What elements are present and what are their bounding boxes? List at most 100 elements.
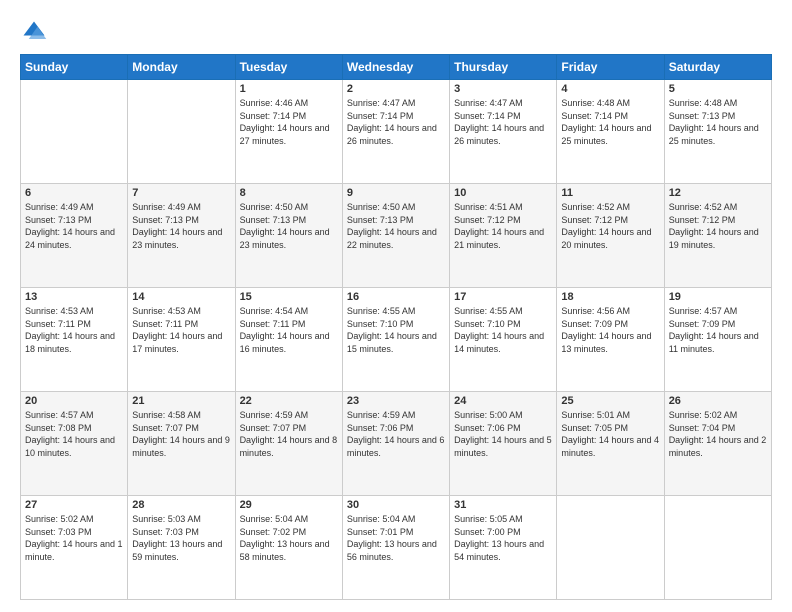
day-number: 14: [132, 291, 230, 303]
week-row-1: 1 Sunrise: 4:46 AM Sunset: 7:14 PM Daylig…: [21, 80, 772, 184]
week-row-4: 20Sunrise: 4:57 AM Sunset: 7:08 PM Dayli…: [21, 392, 772, 496]
day-number: 31: [454, 499, 552, 511]
day-info: Sunrise: 4:55 AM Sunset: 7:10 PM Dayligh…: [347, 305, 445, 355]
day-cell-3-1: 21 Sunrise: 4:58 AM Sunset: 7:07 PM Dayli…: [128, 392, 235, 496]
header-monday: Monday: [128, 55, 235, 80]
day-cell-1-3: 9 Sunrise: 4:50 AM Sunset: 7:13 PM Daylig…: [342, 184, 449, 288]
day-number: 3: [454, 83, 552, 95]
day-cell-3-2: 22 Sunrise: 4:59 AM Sunset: 7:07 PM Dayli…: [235, 392, 342, 496]
day-cell-0-2: 1 Sunrise: 4:46 AM Sunset: 7:14 PM Daylig…: [235, 80, 342, 184]
day-cell-0-5: 4 Sunrise: 4:48 AM Sunset: 7:14 PM Daylig…: [557, 80, 664, 184]
day-number: 8: [240, 187, 338, 199]
day-number: 13: [25, 291, 123, 303]
day-number: 4: [561, 83, 659, 95]
week-row-2: 6 Sunrise: 4:49 AM Sunset: 7:13 PM Daylig…: [21, 184, 772, 288]
day-cell-3-3: 23Sunrise: 4:59 AM Sunset: 7:06 PM Dayli…: [342, 392, 449, 496]
day-info: Sunrise: 4:52 AM Sunset: 7:12 PM Dayligh…: [561, 201, 659, 251]
day-info: Sunrise: 4:53 AM Sunset: 7:11 PM Dayligh…: [132, 305, 230, 355]
day-cell-3-6: 26 Sunrise: 5:02 AM Sunset: 7:04 PM Dayli…: [664, 392, 771, 496]
day-info: Sunrise: 5:04 AM Sunset: 7:01 PM Dayligh…: [347, 513, 445, 563]
day-info: Sunrise: 4:48 AM Sunset: 7:14 PM Dayligh…: [561, 97, 659, 147]
week-row-5: 27 Sunrise: 5:02 AM Sunset: 7:03 PM Dayli…: [21, 496, 772, 600]
day-info: Sunrise: 5:05 AM Sunset: 7:00 PM Dayligh…: [454, 513, 552, 563]
day-number: 17: [454, 291, 552, 303]
day-number: 25: [561, 395, 659, 407]
day-info: Sunrise: 5:04 AM Sunset: 7:02 PM Dayligh…: [240, 513, 338, 563]
day-number: 27: [25, 499, 123, 511]
day-info: Sunrise: 5:01 AM Sunset: 7:05 PM Dayligh…: [561, 409, 659, 459]
day-cell-2-6: 19 Sunrise: 4:57 AM Sunset: 7:09 PM Dayli…: [664, 288, 771, 392]
day-number: 15: [240, 291, 338, 303]
day-number: 23: [347, 395, 445, 407]
day-cell-3-0: 20Sunrise: 4:57 AM Sunset: 7:08 PM Dayli…: [21, 392, 128, 496]
day-cell-2-1: 14 Sunrise: 4:53 AM Sunset: 7:11 PM Dayli…: [128, 288, 235, 392]
day-info: Sunrise: 5:03 AM Sunset: 7:03 PM Dayligh…: [132, 513, 230, 563]
day-info: Sunrise: 4:48 AM Sunset: 7:13 PM Dayligh…: [669, 97, 767, 147]
day-cell-2-2: 15 Sunrise: 4:54 AM Sunset: 7:11 PM Dayli…: [235, 288, 342, 392]
day-info: Sunrise: 4:51 AM Sunset: 7:12 PM Dayligh…: [454, 201, 552, 251]
day-info: Sunrise: 4:58 AM Sunset: 7:07 PM Dayligh…: [132, 409, 230, 459]
day-cell-1-4: 10 Sunrise: 4:51 AM Sunset: 7:12 PM Dayli…: [450, 184, 557, 288]
day-info: Sunrise: 4:55 AM Sunset: 7:10 PM Dayligh…: [454, 305, 552, 355]
day-cell-0-1: [128, 80, 235, 184]
day-cell-4-6: [664, 496, 771, 600]
day-info: Sunrise: 4:46 AM Sunset: 7:14 PM Dayligh…: [240, 97, 338, 147]
day-number: 24: [454, 395, 552, 407]
day-number: 22: [240, 395, 338, 407]
day-number: 1: [240, 83, 338, 95]
day-info: Sunrise: 5:02 AM Sunset: 7:03 PM Dayligh…: [25, 513, 123, 563]
day-cell-0-3: 2Sunrise: 4:47 AM Sunset: 7:14 PM Daylig…: [342, 80, 449, 184]
day-cell-0-0: [21, 80, 128, 184]
day-info: Sunrise: 4:50 AM Sunset: 7:13 PM Dayligh…: [347, 201, 445, 251]
day-cell-2-3: 16 Sunrise: 4:55 AM Sunset: 7:10 PM Dayli…: [342, 288, 449, 392]
header-wednesday: Wednesday: [342, 55, 449, 80]
day-number: 12: [669, 187, 767, 199]
day-number: 11: [561, 187, 659, 199]
day-number: 9: [347, 187, 445, 199]
header-friday: Friday: [557, 55, 664, 80]
day-cell-4-4: 31 Sunrise: 5:05 AM Sunset: 7:00 PM Dayli…: [450, 496, 557, 600]
day-cell-2-0: 13Sunrise: 4:53 AM Sunset: 7:11 PM Dayli…: [21, 288, 128, 392]
day-cell-4-1: 28Sunrise: 5:03 AM Sunset: 7:03 PM Dayli…: [128, 496, 235, 600]
day-cell-3-5: 25 Sunrise: 5:01 AM Sunset: 7:05 PM Dayli…: [557, 392, 664, 496]
day-info: Sunrise: 4:54 AM Sunset: 7:11 PM Dayligh…: [240, 305, 338, 355]
header-tuesday: Tuesday: [235, 55, 342, 80]
day-number: 5: [669, 83, 767, 95]
day-number: 7: [132, 187, 230, 199]
day-cell-0-6: 5 Sunrise: 4:48 AM Sunset: 7:13 PM Daylig…: [664, 80, 771, 184]
day-info: Sunrise: 4:57 AM Sunset: 7:09 PM Dayligh…: [669, 305, 767, 355]
day-info: Sunrise: 4:59 AM Sunset: 7:07 PM Dayligh…: [240, 409, 338, 459]
header-thursday: Thursday: [450, 55, 557, 80]
day-info: Sunrise: 4:57 AM Sunset: 7:08 PM Dayligh…: [25, 409, 123, 459]
day-number: 6: [25, 187, 123, 199]
day-info: Sunrise: 5:00 AM Sunset: 7:06 PM Dayligh…: [454, 409, 552, 459]
day-cell-1-6: 12 Sunrise: 4:52 AM Sunset: 7:12 PM Dayli…: [664, 184, 771, 288]
logo-icon: [20, 18, 48, 46]
day-cell-4-2: 29 Sunrise: 5:04 AM Sunset: 7:02 PM Dayli…: [235, 496, 342, 600]
header: [20, 18, 772, 46]
calendar-table: Sunday Monday Tuesday Wednesday Thursday…: [20, 54, 772, 600]
day-number: 21: [132, 395, 230, 407]
day-info: Sunrise: 4:56 AM Sunset: 7:09 PM Dayligh…: [561, 305, 659, 355]
week-row-3: 13 Sunrise: 4:53 AM Sunset: 7:11 PM Dayli…: [21, 288, 772, 392]
day-number: 26: [669, 395, 767, 407]
day-number: 29: [240, 499, 338, 511]
day-cell-4-0: 27 Sunrise: 5:02 AM Sunset: 7:03 PM Dayli…: [21, 496, 128, 600]
day-info: Sunrise: 4:49 AM Sunset: 7:13 PM Dayligh…: [25, 201, 123, 251]
day-info: Sunrise: 5:02 AM Sunset: 7:04 PM Dayligh…: [669, 409, 767, 459]
day-number: 19: [669, 291, 767, 303]
weekday-header-row: Sunday Monday Tuesday Wednesday Thursday…: [21, 55, 772, 80]
day-number: 16: [347, 291, 445, 303]
day-cell-1-0: 6 Sunrise: 4:49 AM Sunset: 7:13 PM Daylig…: [21, 184, 128, 288]
day-number: 10: [454, 187, 552, 199]
day-info: Sunrise: 4:47 AM Sunset: 7:14 PM Dayligh…: [454, 97, 552, 147]
day-cell-2-4: 17 Sunrise: 4:55 AM Sunset: 7:10 PM Dayli…: [450, 288, 557, 392]
day-info: Sunrise: 4:52 AM Sunset: 7:12 PM Dayligh…: [669, 201, 767, 251]
day-cell-1-1: 7Sunrise: 4:49 AM Sunset: 7:13 PM Daylig…: [128, 184, 235, 288]
day-number: 2: [347, 83, 445, 95]
header-sunday: Sunday: [21, 55, 128, 80]
logo: [20, 18, 52, 46]
header-saturday: Saturday: [664, 55, 771, 80]
day-cell-4-3: 30Sunrise: 5:04 AM Sunset: 7:01 PM Dayli…: [342, 496, 449, 600]
day-cell-1-2: 8Sunrise: 4:50 AM Sunset: 7:13 PM Daylig…: [235, 184, 342, 288]
